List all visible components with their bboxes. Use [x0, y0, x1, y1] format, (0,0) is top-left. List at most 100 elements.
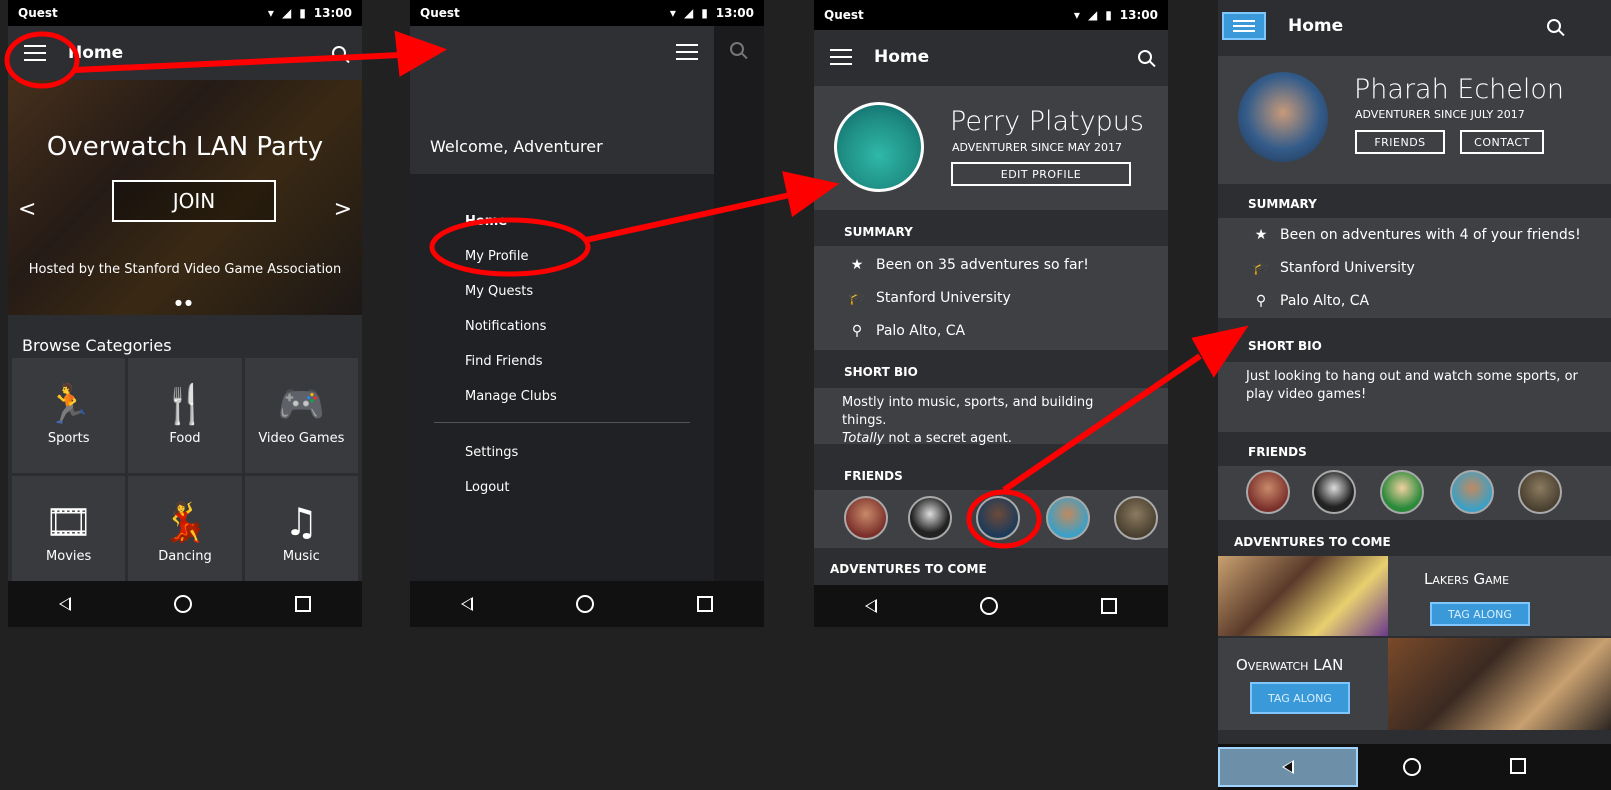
- join-button[interactable]: JOIN: [112, 180, 276, 222]
- system-nav-bar: [410, 581, 764, 627]
- wifi-icon: ▾: [669, 6, 676, 20]
- status-bar: Quest ▾ ◢ ▮ 13:00: [814, 0, 1168, 30]
- menu-item-settings[interactable]: Settings: [410, 435, 714, 470]
- clock: 13:00: [1119, 8, 1158, 22]
- edit-profile-button[interactable]: EDIT PROFILE: [951, 162, 1131, 186]
- friends-row: [1218, 466, 1611, 520]
- recents-square-icon[interactable]: [294, 596, 311, 612]
- recents-square-icon[interactable]: [696, 596, 713, 612]
- menu-item-manage-clubs[interactable]: Manage Clubs: [410, 379, 714, 414]
- menu-button-highlighted[interactable]: [1222, 12, 1266, 40]
- carousel-next-icon[interactable]: >: [334, 197, 352, 222]
- profile-avatar: [1238, 72, 1328, 162]
- event-carousel[interactable]: Overwatch LAN Party JOIN < > Hosted by t…: [8, 80, 362, 315]
- category-music[interactable]: ♫ Music: [244, 476, 358, 591]
- category-movies[interactable]: 🎞 Movies: [12, 476, 126, 591]
- page-title: Home: [874, 47, 930, 67]
- menu-item-my-quests[interactable]: My Quests: [410, 274, 714, 309]
- menu-icon[interactable]: [24, 45, 46, 61]
- location-pin-icon: ⚲: [851, 322, 863, 339]
- summary-header: SUMMARY: [1218, 188, 1611, 220]
- profile-name: Perry Platypus: [950, 106, 1144, 137]
- search-icon[interactable]: [1547, 19, 1561, 33]
- screen-home: Quest ▾ ◢ ▮ 13:00 Home Overwatch LAN Party …: [8, 0, 362, 627]
- app-bar: Home: [814, 30, 1168, 84]
- friend-avatar[interactable]: [1518, 470, 1562, 514]
- signal-icon: ◢: [281, 6, 292, 20]
- music-note-icon: ♫: [284, 500, 319, 544]
- dimmed-background[interactable]: [714, 26, 764, 581]
- friends-header: FRIENDS: [1218, 436, 1611, 468]
- system-nav-bar: [8, 581, 362, 627]
- menu-item-logout[interactable]: Logout: [410, 470, 714, 505]
- menu-item-notifications[interactable]: Notifications: [410, 309, 714, 344]
- friend-avatar[interactable]: [844, 496, 888, 540]
- carrier-label: Quest: [420, 6, 460, 20]
- menu-item-home[interactable]: Home: [410, 204, 714, 239]
- event-host: Hosted by the Stanford Video Game Associ…: [28, 262, 342, 277]
- summary-header: SUMMARY: [814, 216, 1168, 248]
- location-pin-icon: ⚲: [1255, 292, 1267, 309]
- home-circle-icon[interactable]: [979, 597, 998, 615]
- summary-card: ★ Been on 35 adventures so far! 🎓 Stanford…: [814, 246, 1168, 350]
- tag-along-button[interactable]: TAG ALONG: [1430, 602, 1530, 626]
- category-dancing[interactable]: 💃 Dancing: [128, 476, 242, 591]
- film-icon: 🎞: [44, 500, 93, 544]
- drawer-header: Welcome, Adventurer: [410, 26, 714, 174]
- friend-avatar[interactable]: [1312, 470, 1356, 514]
- signal-icon: ◢: [1087, 8, 1098, 22]
- utensils-icon: 🍴: [161, 382, 209, 426]
- friend-avatar[interactable]: [1046, 496, 1090, 540]
- summary-row: ★ Been on adventures with 4 of your frien…: [1218, 218, 1611, 251]
- back-icon[interactable]: [865, 599, 878, 613]
- friend-avatar[interactable]: [1114, 496, 1158, 540]
- menu-icon[interactable]: [676, 44, 698, 60]
- system-nav-bar: [814, 585, 1168, 627]
- friends-row: [814, 490, 1168, 548]
- bio-text: Mostly into music, sports, and building …: [842, 395, 1094, 428]
- search-icon[interactable]: [1138, 50, 1152, 64]
- app-bar: Home: [8, 26, 362, 80]
- summary-card: ★ Been on adventures with 4 of your frien…: [1218, 218, 1611, 318]
- back-icon[interactable]: [59, 597, 72, 611]
- browse-categories-label: Browse Categories: [22, 336, 172, 355]
- carousel-prev-icon[interactable]: <: [18, 197, 36, 222]
- lakers-event-image[interactable]: [1218, 556, 1388, 636]
- category-food[interactable]: 🍴 Food: [128, 358, 242, 473]
- search-icon[interactable]: [332, 46, 346, 60]
- summary-row: ⚲ Palo Alto, CA: [1218, 284, 1611, 317]
- friends-button[interactable]: FRIENDS: [1355, 130, 1445, 154]
- friend-avatar[interactable]: [976, 496, 1020, 540]
- profile-name: Pharah Echelon: [1354, 74, 1565, 105]
- event-title: Overwatch LAN Party: [46, 132, 324, 162]
- overwatch-event-image[interactable]: [1388, 638, 1611, 730]
- category-sports[interactable]: 🏃 Sports: [12, 358, 126, 473]
- friend-avatar[interactable]: [1380, 470, 1424, 514]
- home-circle-icon[interactable]: [173, 595, 192, 613]
- friend-avatar[interactable]: [1246, 470, 1290, 514]
- status-bar: Quest ▾ ◢ ▮ 13:00: [410, 0, 764, 26]
- bio-emphasis: Totally: [842, 431, 885, 446]
- friend-avatar[interactable]: [1450, 470, 1494, 514]
- menu-icon[interactable]: [830, 49, 852, 65]
- home-circle-icon[interactable]: [1402, 758, 1421, 776]
- recents-square-icon[interactable]: [1100, 598, 1117, 614]
- tag-along-button[interactable]: TAG ALONG: [1250, 682, 1350, 714]
- back-icon[interactable]: [461, 597, 474, 611]
- contact-button[interactable]: CONTACT: [1460, 130, 1544, 154]
- menu-item-find-friends[interactable]: Find Friends: [410, 344, 714, 379]
- running-icon: 🏃: [45, 382, 93, 426]
- drawer-menu: Home My Profile My Quests Notifications …: [410, 174, 714, 505]
- back-button-highlighted[interactable]: [1218, 747, 1358, 787]
- summary-row: ★ Been on 35 adventures so far!: [814, 248, 1168, 281]
- friend-avatar[interactable]: [908, 496, 952, 540]
- page-title: Home: [68, 43, 124, 63]
- screen-friend-profile: Home Pharah Echelon Adventurer since jul…: [1218, 0, 1611, 790]
- category-video-games[interactable]: 🎮 Video Games: [244, 358, 358, 473]
- menu-item-my-profile[interactable]: My Profile: [410, 239, 714, 274]
- search-icon: [730, 42, 744, 56]
- recents-square-icon[interactable]: [1510, 758, 1527, 774]
- menu-divider: [434, 422, 690, 423]
- wifi-icon: ▾: [1073, 8, 1080, 22]
- home-circle-icon[interactable]: [575, 595, 594, 613]
